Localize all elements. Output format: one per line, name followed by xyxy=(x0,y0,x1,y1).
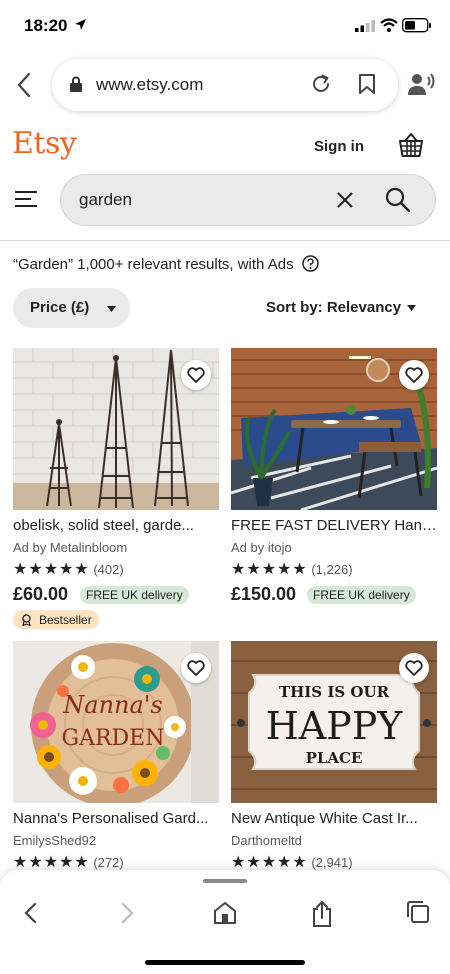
heart-icon xyxy=(187,367,205,383)
review-count: (1,226) xyxy=(311,562,353,577)
bestseller-label: Bestseller xyxy=(39,613,92,627)
chevron-down-icon xyxy=(107,306,116,312)
favorite-button[interactable] xyxy=(399,360,429,390)
product-price: £60.00 xyxy=(13,584,69,604)
product-seller: Darthomeltd xyxy=(231,833,302,848)
product-image[interactable]: Nanna's GARDEN xyxy=(13,641,219,803)
product-title[interactable]: Nanna's Personalised Gard... xyxy=(13,810,219,827)
product-image[interactable]: THIS IS OUR HAPPY PLACE xyxy=(231,641,437,803)
product-rating: ★★★★★ (402) xyxy=(13,559,124,579)
browser-address-row: www.etsy.com xyxy=(0,57,450,113)
sort-dropdown[interactable]: Sort by: Relevancy xyxy=(266,299,401,316)
reload-icon[interactable] xyxy=(310,73,332,95)
heart-icon xyxy=(405,660,423,676)
star-rating: ★★★★★ xyxy=(13,561,90,578)
favorite-button[interactable] xyxy=(181,653,211,683)
review-count: (2,941) xyxy=(311,855,353,870)
star-rating: ★★★★★ xyxy=(231,561,308,578)
signal-icon xyxy=(355,20,375,32)
award-icon xyxy=(22,614,31,626)
price-filter-button[interactable]: Price (£) xyxy=(13,288,130,328)
sign-text-line-3: PLACE xyxy=(306,749,363,767)
results-count: 1,000+ relevant results, with Ads xyxy=(77,256,294,273)
search-icon[interactable] xyxy=(385,187,411,213)
home-indicator[interactable] xyxy=(145,960,305,965)
product-seller: EmilysShed92 xyxy=(13,833,97,848)
product-image[interactable] xyxy=(231,348,437,510)
sign-text-line-1: Nanna's xyxy=(62,691,162,719)
product-card[interactable]: FREE FAST DELIVERY Hand... Ad by itojo ★… xyxy=(231,348,437,638)
basket-icon[interactable] xyxy=(398,132,424,158)
bookmark-icon[interactable] xyxy=(358,73,376,95)
review-count: (272) xyxy=(93,855,124,870)
tabs-icon[interactable] xyxy=(406,900,430,924)
battery-icon xyxy=(402,18,431,33)
divider xyxy=(0,240,450,241)
star-rating: ★★★★★ xyxy=(13,854,90,871)
product-rating: ★★★★★ (1,226) xyxy=(231,559,353,579)
product-seller: Ad by itojo xyxy=(231,540,292,555)
share-icon[interactable] xyxy=(310,900,334,928)
site-header: Etsy Sign in xyxy=(0,124,450,168)
results-query: “Garden” xyxy=(13,256,74,273)
results-summary: “Garden” 1,000+ relevant results, with A… xyxy=(13,255,319,273)
grab-handle[interactable] xyxy=(203,879,247,883)
etsy-logo[interactable]: Etsy xyxy=(12,126,77,161)
product-rating: ★★★★★ (2,941) xyxy=(231,852,353,872)
menu-icon[interactable] xyxy=(15,190,37,208)
product-card[interactable]: Nanna's GARDEN Nanna's Personalised Gard… xyxy=(13,641,219,871)
product-card[interactable]: THIS IS OUR HAPPY PLACE New Antique Whit… xyxy=(231,641,437,871)
favorite-button[interactable] xyxy=(399,653,429,683)
wifi-icon xyxy=(380,18,398,32)
product-rating: ★★★★★ (272) xyxy=(13,852,124,872)
sign-in-link[interactable]: Sign in xyxy=(314,138,364,155)
delivery-badge: FREE UK delivery xyxy=(307,586,416,604)
product-title[interactable]: New Antique White Cast Ir... xyxy=(231,810,437,827)
back-icon[interactable] xyxy=(14,71,36,99)
product-price: £150.00 xyxy=(231,584,297,604)
sign-text-line-1: THIS IS OUR xyxy=(279,683,390,701)
address-bar[interactable]: www.etsy.com xyxy=(52,59,398,111)
location-arrow-icon xyxy=(75,19,86,30)
product-card[interactable]: obelisk, solid steel, garde... Ad by Met… xyxy=(13,348,219,638)
star-rating: ★★★★★ xyxy=(231,854,308,871)
back-icon[interactable] xyxy=(22,900,40,926)
status-bar: 18:20 xyxy=(0,0,450,52)
heart-icon xyxy=(405,367,423,383)
browser-toolbar xyxy=(0,870,450,974)
review-count: (402) xyxy=(93,562,124,577)
reader-icon[interactable] xyxy=(408,71,436,97)
bestseller-badge: Bestseller xyxy=(13,610,99,629)
product-title[interactable]: FREE FAST DELIVERY Hand... xyxy=(231,517,437,534)
product-image[interactable] xyxy=(13,348,219,510)
price-filter-label: Price (£) xyxy=(30,299,90,316)
search-bar[interactable]: garden xyxy=(60,174,436,226)
sign-text-line-2: HAPPY xyxy=(266,704,404,748)
favorite-button[interactable] xyxy=(181,360,211,390)
chevron-down-icon[interactable] xyxy=(407,305,416,311)
lock-icon xyxy=(70,76,82,92)
sign-text-line-2: GARDEN xyxy=(62,726,165,751)
url-text[interactable]: www.etsy.com xyxy=(96,75,203,95)
forward-icon[interactable] xyxy=(118,900,136,926)
heart-icon xyxy=(187,660,205,676)
delivery-badge: FREE UK delivery xyxy=(80,586,189,604)
product-seller: Ad by Metalinbloom xyxy=(13,540,128,555)
help-icon[interactable] xyxy=(302,255,319,272)
product-title[interactable]: obelisk, solid steel, garde... xyxy=(13,517,219,534)
home-icon[interactable] xyxy=(213,900,237,926)
search-input[interactable]: garden xyxy=(79,190,132,210)
status-time: 18:20 xyxy=(24,16,68,35)
clear-icon[interactable] xyxy=(335,190,355,210)
